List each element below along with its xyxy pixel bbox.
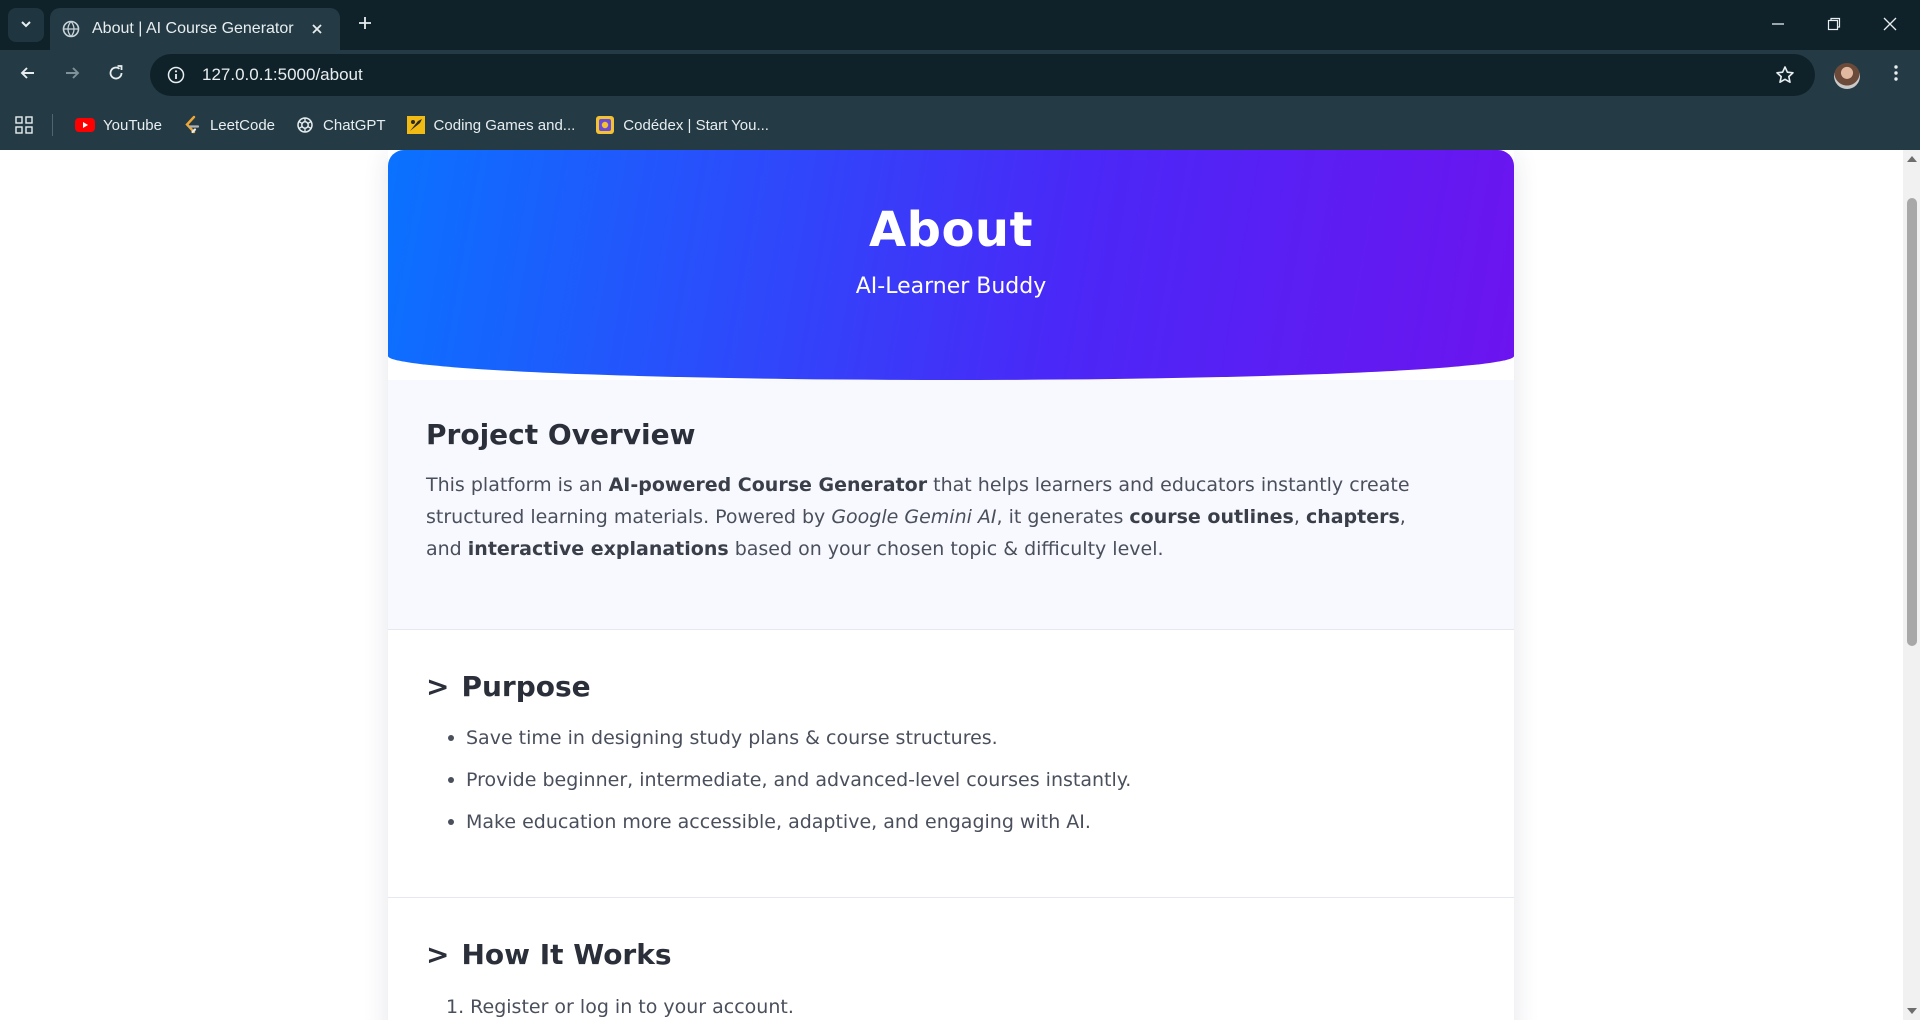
close-tab-icon[interactable] — [306, 18, 328, 40]
reload-button[interactable] — [100, 59, 132, 91]
bookmark-chatgpt[interactable]: ChatGPT — [291, 109, 396, 141]
new-tab-button[interactable] — [352, 12, 378, 38]
plus-icon — [357, 15, 373, 35]
restore-icon — [1827, 16, 1841, 35]
section-heading-text: How It Works — [461, 938, 672, 971]
text-run-bold: AI-powered Course Generator — [608, 474, 928, 496]
active-tab[interactable]: About | AI Course Generator — [50, 8, 340, 50]
scrollbar-thumb[interactable] — [1907, 198, 1917, 646]
text-run: based on your chosen topic & difficulty … — [728, 538, 1164, 560]
list-item: Save time in designing study plans & cou… — [426, 717, 1476, 759]
profile-avatar[interactable] — [1834, 63, 1860, 89]
back-button[interactable] — [12, 59, 44, 91]
text-run-bold: interactive explanations — [467, 538, 729, 560]
hero-banner: About AI-Learner Buddy — [388, 150, 1514, 380]
text-run-bold: chapters — [1305, 506, 1400, 528]
bookmark-label: YouTube — [103, 116, 162, 134]
text-run-bold: course outlines — [1129, 506, 1294, 528]
browser-toolbar: 127.0.0.1:5000/about — [0, 50, 1920, 100]
bookmark-star-icon[interactable] — [1765, 54, 1805, 96]
about-card: About AI-Learner Buddy Project Overview … — [388, 150, 1514, 1020]
how-it-works-section: > How It Works 1. Register or log in to … — [388, 898, 1514, 1020]
bookmark-label: Codédex | Start You... — [623, 116, 769, 134]
heading-marker: > — [426, 938, 450, 971]
text-run-italic: Google Gemini AI — [831, 506, 997, 528]
bookmark-label: LeetCode — [209, 116, 276, 134]
list-item: 1. Register or log in to your account. — [446, 996, 794, 1018]
section-heading: > How It Works — [426, 938, 1476, 971]
text-run: This platform is an — [426, 474, 609, 496]
youtube-icon — [75, 115, 95, 135]
page-scrollbar[interactable] — [1903, 150, 1920, 1020]
url-text[interactable]: 127.0.0.1:5000/about — [202, 65, 1765, 85]
scroll-down-arrow[interactable] — [1907, 1008, 1917, 1014]
bookmark-leetcode[interactable]: LeetCode — [178, 109, 285, 141]
heading-marker: > — [426, 670, 450, 703]
arrow-right-icon — [63, 64, 81, 86]
bookmarks-separator — [52, 114, 53, 136]
minimize-button[interactable] — [1750, 0, 1806, 50]
project-overview-section: Project Overview This platform is an AI-… — [388, 380, 1514, 630]
leetcode-icon — [182, 115, 202, 135]
address-bar[interactable]: 127.0.0.1:5000/about — [150, 54, 1815, 96]
section-heading: > Purpose — [426, 670, 1476, 703]
steps-list: 1. Register or log in to your account. — [426, 991, 1476, 1020]
page-title: About — [868, 202, 1034, 258]
list-item: Make education more accessible, adaptive… — [426, 801, 1476, 843]
overview-paragraph: This platform is an AI-powered Course Ge… — [426, 469, 1426, 565]
browser-menu-button[interactable] — [1880, 59, 1912, 91]
more-vertical-icon — [1893, 64, 1899, 86]
text-run: , — [1293, 506, 1306, 528]
section-heading: Project Overview — [426, 418, 1476, 451]
bookmarks-bar: YouTube LeetCode ChatGPT Coding Games an… — [0, 100, 1920, 150]
section-heading-text: Purpose — [461, 670, 591, 703]
globe-icon — [62, 20, 80, 38]
close-window-button[interactable] — [1862, 0, 1918, 50]
codingame-icon — [406, 115, 426, 135]
reload-icon — [107, 64, 125, 86]
purpose-list: Save time in designing study plans & cou… — [426, 717, 1476, 843]
purpose-section: > Purpose Save time in designing study p… — [388, 630, 1514, 898]
apps-grid-icon[interactable] — [12, 113, 36, 137]
arrow-left-icon — [19, 64, 37, 86]
close-icon — [1883, 16, 1897, 35]
restore-button[interactable] — [1806, 0, 1862, 50]
bookmark-youtube[interactable]: YouTube — [71, 109, 172, 141]
list-item: Provide beginner, intermediate, and adva… — [426, 759, 1476, 801]
site-info-icon[interactable] — [156, 54, 196, 96]
bookmark-label: Coding Games and... — [433, 116, 576, 134]
chatgpt-icon — [295, 115, 315, 135]
chevron-down-icon — [19, 16, 33, 35]
codedex-icon — [595, 115, 615, 135]
tab-strip: About | AI Course Generator — [0, 0, 1920, 50]
text-run: , it generates — [996, 506, 1130, 528]
scroll-up-arrow[interactable] — [1907, 156, 1917, 162]
bookmark-codedex[interactable]: Codédex | Start You... — [591, 109, 779, 141]
forward-button[interactable] — [56, 59, 88, 91]
bookmark-label: ChatGPT — [323, 116, 386, 134]
section-heading-text: Project Overview — [426, 418, 696, 451]
tab-search-button[interactable] — [8, 8, 44, 42]
bookmark-codingame[interactable]: Coding Games and... — [402, 109, 586, 141]
tab-title: About | AI Course Generator — [92, 20, 294, 37]
minimize-icon — [1771, 16, 1785, 35]
page-subtitle: AI-Learner Buddy — [855, 274, 1047, 299]
page-viewport: About AI-Learner Buddy Project Overview … — [0, 150, 1903, 1020]
